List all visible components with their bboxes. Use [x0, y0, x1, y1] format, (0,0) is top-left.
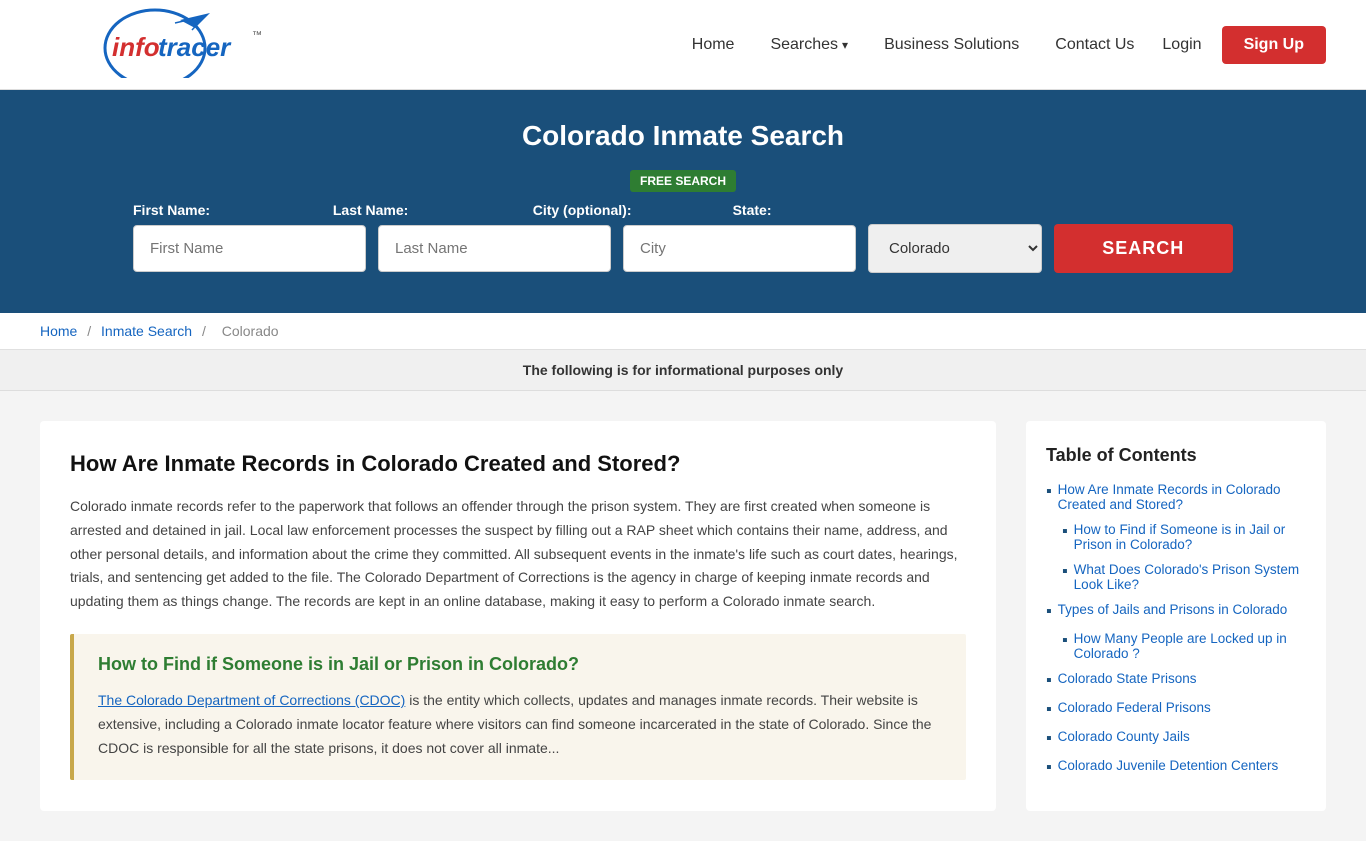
search-form: FREE SEARCH First Name: Last Name: City … [133, 170, 1233, 273]
toc-link-3[interactable]: What Does Colorado's Prison System Look … [1074, 562, 1306, 592]
list-item: ▪ Types of Jails and Prisons in Colorado [1046, 602, 1306, 621]
nav-home[interactable]: Home [684, 31, 743, 59]
toc-link-7[interactable]: Colorado Federal Prisons [1058, 700, 1211, 715]
toc-list: ▪ How Are Inmate Records in Colorado Cre… [1046, 482, 1306, 777]
main-nav: Home Searches ▾ Business Solutions Conta… [684, 26, 1326, 64]
hero-title: Colorado Inmate Search [40, 120, 1326, 152]
nav-searches[interactable]: Searches ▾ [762, 31, 856, 59]
city-input[interactable] [623, 225, 856, 272]
toc-title: Table of Contents [1046, 445, 1306, 466]
search-button[interactable]: SEARCH [1054, 224, 1234, 273]
toc-link-4[interactable]: Types of Jails and Prisons in Colorado [1058, 602, 1288, 617]
toc-link-2[interactable]: How to Find if Someone is in Jail or Pri… [1074, 522, 1306, 552]
notice-bar: The following is for informational purpo… [0, 350, 1366, 391]
article-paragraph-1: Colorado inmate records refer to the pap… [70, 495, 966, 614]
sub-section: How to Find if Someone is in Jail or Pri… [70, 634, 966, 780]
bullet-icon: ▪ [1046, 672, 1052, 690]
bullet-icon: ▪ [1046, 730, 1052, 748]
logo-svg: info tracer ™ [40, 8, 270, 78]
nav-login[interactable]: Login [1162, 36, 1201, 54]
bullet-icon: ▪ [1046, 701, 1052, 719]
bullet-icon: ▪ [1062, 632, 1068, 650]
bullet-icon: ▪ [1046, 759, 1052, 777]
list-item: ▪ How to Find if Someone is in Jail or P… [1046, 522, 1306, 552]
bullet-icon: ▪ [1046, 603, 1052, 621]
first-name-input[interactable] [133, 225, 366, 272]
bullet-icon: ▪ [1062, 563, 1068, 581]
nav-business-solutions[interactable]: Business Solutions [876, 31, 1027, 59]
first-name-label: First Name: [133, 202, 321, 218]
last-name-input[interactable] [378, 225, 611, 272]
city-label: City (optional): [533, 202, 721, 218]
toc-link-6[interactable]: Colorado State Prisons [1058, 671, 1197, 686]
sub-paragraph: The Colorado Department of Corrections (… [98, 689, 942, 760]
list-item: ▪ Colorado Federal Prisons [1046, 700, 1306, 719]
list-item: ▪ Colorado County Jails [1046, 729, 1306, 748]
list-item: ▪ Colorado State Prisons [1046, 671, 1306, 690]
list-item: ▪ How Are Inmate Records in Colorado Cre… [1046, 482, 1306, 512]
breadcrumb: Home / Inmate Search / Colorado [0, 313, 1366, 350]
nav-signup-button[interactable]: Sign Up [1222, 26, 1326, 64]
state-select[interactable]: Colorado Alabama Alaska Arizona Arkansas… [868, 224, 1042, 273]
chevron-down-icon: ▾ [842, 38, 848, 52]
bullet-icon: ▪ [1062, 523, 1068, 541]
sub-heading: How to Find if Someone is in Jail or Pri… [98, 654, 942, 675]
list-item: ▪ How Many People are Locked up in Color… [1046, 631, 1306, 661]
breadcrumb-sep1: / [87, 323, 95, 339]
hero-section: Colorado Inmate Search FREE SEARCH First… [0, 90, 1366, 313]
toc-link-1[interactable]: How Are Inmate Records in Colorado Creat… [1058, 482, 1306, 512]
last-name-label: Last Name: [333, 202, 521, 218]
main-content: How Are Inmate Records in Colorado Creat… [0, 391, 1366, 841]
svg-text:™: ™ [252, 30, 262, 41]
toc-link-8[interactable]: Colorado County Jails [1058, 729, 1190, 744]
breadcrumb-inmate-search[interactable]: Inmate Search [101, 323, 192, 339]
article-heading: How Are Inmate Records in Colorado Creat… [70, 451, 966, 477]
logo[interactable]: info tracer ™ [40, 8, 270, 81]
breadcrumb-state: Colorado [222, 323, 279, 339]
form-labels: First Name: Last Name: City (optional): … [133, 202, 1233, 218]
svg-text:tracer: tracer [158, 32, 232, 62]
cdoc-link[interactable]: The Colorado Department of Corrections (… [98, 692, 405, 708]
form-inputs: Colorado Alabama Alaska Arizona Arkansas… [133, 224, 1233, 273]
toc-link-5[interactable]: How Many People are Locked up in Colorad… [1074, 631, 1306, 661]
site-header: info tracer ™ Home Searches ▾ Business S… [0, 0, 1366, 90]
svg-text:info: info [112, 32, 160, 62]
breadcrumb-sep2: / [202, 323, 210, 339]
breadcrumb-home[interactable]: Home [40, 323, 77, 339]
table-of-contents-sidebar: Table of Contents ▪ How Are Inmate Recor… [1026, 421, 1326, 811]
toc-link-9[interactable]: Colorado Juvenile Detention Centers [1058, 758, 1279, 773]
list-item: ▪ What Does Colorado's Prison System Loo… [1046, 562, 1306, 592]
nav-contact-us[interactable]: Contact Us [1047, 31, 1142, 59]
state-label: State: [733, 202, 977, 218]
bullet-icon: ▪ [1046, 483, 1052, 501]
article-area: How Are Inmate Records in Colorado Creat… [40, 421, 996, 811]
free-search-badge: FREE SEARCH [630, 170, 736, 192]
